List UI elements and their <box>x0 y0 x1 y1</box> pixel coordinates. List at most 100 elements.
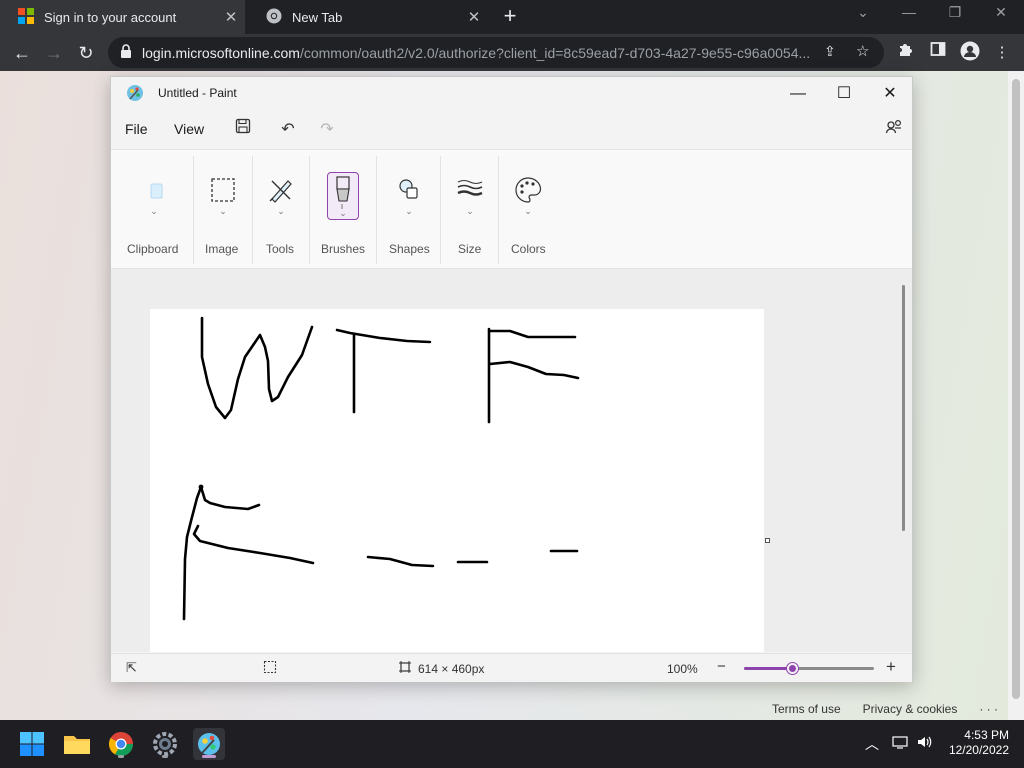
zoom-level[interactable]: 100% <box>667 662 698 676</box>
running-indicator <box>118 755 124 758</box>
settings-taskbar-icon[interactable] <box>149 728 181 760</box>
colors-group[interactable]: ⌄ Colors <box>499 150 559 268</box>
redo-icon[interactable]: ↷ <box>315 118 339 142</box>
shapes-group[interactable]: ⌄ Shapes <box>377 150 440 268</box>
url-host: login.microsoftonline.com <box>142 44 300 61</box>
chevron-down-icon[interactable]: ⌄ <box>274 206 288 217</box>
zoom-slider-fill <box>744 667 793 670</box>
taskbar-clock[interactable]: 4:53 PM 12/20/2022 <box>949 728 1009 758</box>
restore-icon[interactable]: ❐ <box>940 4 970 21</box>
shapes-icon[interactable] <box>393 174 425 206</box>
volume-icon[interactable] <box>916 734 934 753</box>
select-rectangle-icon[interactable] <box>207 174 239 206</box>
address-bar[interactable]: login.microsoftonline.com/common/oauth2/… <box>108 37 884 68</box>
file-menu[interactable]: File <box>125 121 148 137</box>
canvas-area <box>111 269 912 652</box>
tab-title: New Tab <box>292 9 343 25</box>
drawing-canvas[interactable] <box>150 309 764 652</box>
chrome-logo-icon <box>266 8 282 27</box>
clipboard-label: Clipboard <box>127 242 179 256</box>
brushes-group[interactable]: ⌄ Brushes <box>310 150 376 268</box>
running-indicator-active <box>202 755 216 758</box>
selection-size-icon <box>263 660 277 677</box>
tab-title: Sign in to your account <box>44 9 177 25</box>
clipboard-group[interactable]: ⌄ Clipboard <box>111 150 193 268</box>
lock-icon[interactable] <box>120 44 132 61</box>
close-window-icon[interactable]: ✕ <box>986 4 1016 21</box>
network-icon[interactable] <box>892 734 908 753</box>
canvas-size-icon <box>398 660 412 677</box>
more-options-link[interactable]: · · · <box>979 702 998 716</box>
chevron-down-icon[interactable]: ⌄ <box>216 206 230 217</box>
canvas-scrollbar[interactable] <box>902 285 905 531</box>
windows-taskbar: ︿ 4:53 PM 12/20/2022 <box>0 720 1024 768</box>
file-explorer-icon[interactable] <box>61 728 93 760</box>
palette-icon[interactable] <box>512 174 544 206</box>
tools-label: Tools <box>266 242 295 256</box>
size-label: Size <box>458 242 482 256</box>
tools-group[interactable]: ⌄ Tools <box>253 150 309 268</box>
microsoft-logo-icon <box>18 7 34 27</box>
reload-icon[interactable]: ↻ <box>74 41 98 65</box>
profile-avatar-icon[interactable] <box>958 41 982 65</box>
paint-minimize-icon[interactable]: — <box>775 81 821 107</box>
forward-icon[interactable]: → <box>42 41 66 65</box>
colors-label: Colors <box>511 242 546 256</box>
terms-link[interactable]: Terms of use <box>772 702 841 716</box>
canvas-resize-handle[interactable] <box>765 538 770 543</box>
url-path: /common/oauth2/v2.0/authorize?client_id=… <box>299 44 811 61</box>
paint-app-icon <box>126 84 144 102</box>
zoom-slider-thumb[interactable] <box>787 663 798 674</box>
paint-taskbar-icon[interactable] <box>193 728 225 760</box>
zoom-slider[interactable] <box>744 663 874 674</box>
chevron-down-icon[interactable]: ⌄ <box>463 206 477 217</box>
tools-pencil-icon[interactable] <box>265 174 297 206</box>
undo-icon[interactable]: ↶ <box>276 118 300 142</box>
tab-close-icon[interactable]: ✕ <box>217 8 245 26</box>
minimize-icon[interactable]: — <box>894 4 924 20</box>
url-text: login.microsoftonline.com/common/oauth2/… <box>142 45 822 61</box>
brushes-label: Brushes <box>321 242 366 256</box>
tab-close-icon[interactable]: ✕ <box>460 8 488 26</box>
paint-title: Untitled - Paint <box>158 86 237 100</box>
start-button-icon[interactable] <box>16 728 48 760</box>
extensions-icon[interactable] <box>894 41 918 65</box>
page-scrollbar-thumb[interactable] <box>1012 79 1020 699</box>
share-icon[interactable]: ⇪ <box>824 43 836 60</box>
paint-menu-bar: File View ↶ ↷ <box>111 113 912 147</box>
size-group[interactable]: ⌄ Size <box>441 150 498 268</box>
settings-icon[interactable] <box>882 118 906 142</box>
chrome-menu-icon[interactable]: ⋮ <box>990 41 1014 65</box>
tab-sign-in[interactable]: Sign in to your account ✕ <box>0 0 245 34</box>
tab-search-icon[interactable]: ⌄ <box>848 4 878 21</box>
view-menu[interactable]: View <box>174 121 204 137</box>
chevron-down-icon[interactable]: ⌄ <box>336 208 350 219</box>
image-group[interactable]: ⌄ Image <box>194 150 252 268</box>
clock-time: 4:53 PM <box>964 728 1009 742</box>
save-icon[interactable] <box>231 118 255 142</box>
size-lines-icon[interactable] <box>454 174 486 206</box>
show-hidden-icons-icon[interactable]: ︿ <box>865 734 879 754</box>
chevron-down-icon[interactable]: ⌄ <box>147 206 161 217</box>
back-icon[interactable]: ← <box>10 41 34 65</box>
tab-new-tab[interactable]: New Tab ✕ <box>248 0 488 34</box>
paint-close-icon[interactable]: ✕ <box>867 81 913 107</box>
browser-tab-strip: Sign in to your account ✕ New Tab ✕ + ⌄ … <box>0 0 1024 34</box>
privacy-link[interactable]: Privacy & cookies <box>863 702 958 716</box>
page-footer: Terms of use Privacy & cookies · · · <box>772 702 998 716</box>
zoom-out-icon[interactable]: − <box>717 658 726 675</box>
stroke-dot <box>198 484 204 490</box>
chevron-down-icon[interactable]: ⌄ <box>402 206 416 217</box>
clipboard-icon[interactable] <box>141 174 173 206</box>
chevron-down-icon[interactable]: ⌄ <box>521 206 535 217</box>
side-panel-icon[interactable] <box>926 41 950 65</box>
paint-title-bar[interactable]: Untitled - Paint — ☐ ✕ <box>111 77 912 109</box>
paint-status-bar: ⇱ 614 × 460px 100% − + <box>111 653 912 682</box>
page-scrollbar[interactable] <box>1008 71 1024 720</box>
paint-window: Untitled - Paint — ☐ ✕ File View ↶ ↷ ⌄ C… <box>110 76 913 682</box>
paint-maximize-icon[interactable]: ☐ <box>821 81 867 107</box>
zoom-in-icon[interactable]: + <box>886 657 896 677</box>
bookmark-star-icon[interactable]: ☆ <box>856 42 869 60</box>
new-tab-button[interactable]: + <box>498 5 522 29</box>
chrome-taskbar-icon[interactable] <box>105 728 137 760</box>
